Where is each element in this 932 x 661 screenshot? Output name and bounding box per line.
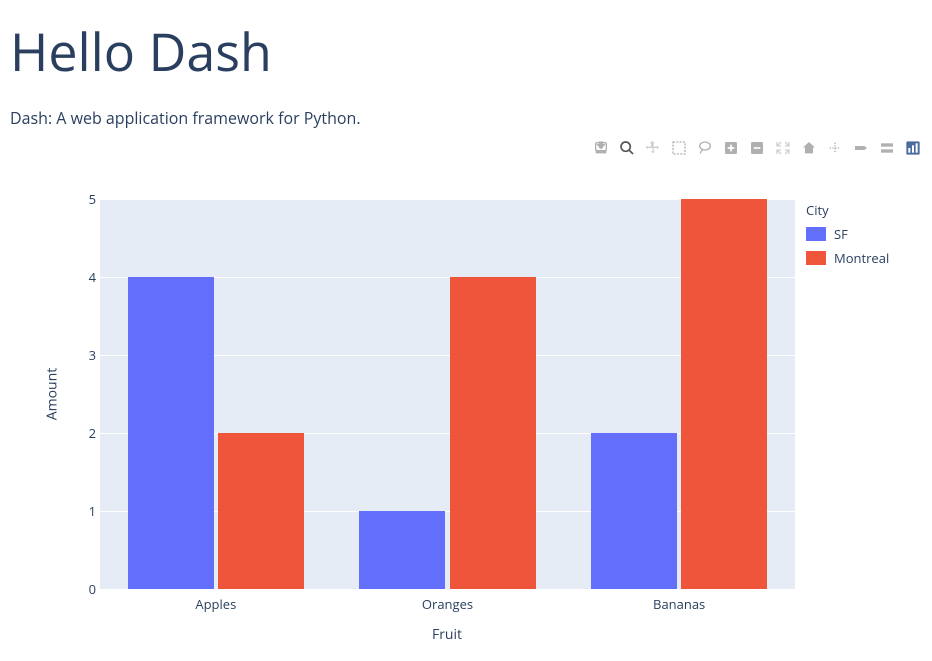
y-axis-label: Amount	[43, 368, 62, 420]
x-axis-label: Fruit	[432, 625, 462, 644]
page-subtitle: Dash: A web application framework for Py…	[10, 107, 922, 129]
x-tick-label: Bananas	[653, 595, 705, 613]
legend-swatch-sf	[806, 227, 826, 241]
y-tick-label: 4	[80, 268, 96, 286]
chart-container: Amount Fruit City SF Montreal 0 1 2 3 4 5 Appl…	[10, 139, 922, 659]
bar-sf-oranges[interactable]	[359, 511, 445, 589]
plot-area[interactable]: Amount Fruit City SF Montreal 0 1 2 3 4 5 Appl…	[10, 189, 922, 659]
x-tick-label: Oranges	[422, 595, 473, 613]
x-tick-label: Apples	[195, 595, 236, 613]
pan-icon[interactable]	[644, 139, 662, 157]
bar-montreal-bananas[interactable]	[681, 199, 767, 589]
legend-item-montreal[interactable]: Montreal	[806, 247, 889, 269]
y-gridline	[100, 589, 795, 590]
y-tick-label: 0	[80, 580, 96, 598]
bar-sf-bananas[interactable]	[591, 433, 677, 589]
spike-lines-icon[interactable]	[826, 139, 844, 157]
lasso-select-icon[interactable]	[696, 139, 714, 157]
y-tick-label: 5	[80, 190, 96, 208]
bar-montreal-apples[interactable]	[218, 433, 304, 589]
legend-title: City	[806, 201, 889, 219]
y-tick-label: 1	[80, 502, 96, 520]
autoscale-icon[interactable]	[774, 139, 792, 157]
hover-closest-icon[interactable]	[852, 139, 870, 157]
zoom-icon[interactable]	[618, 139, 636, 157]
legend-label-sf: SF	[834, 225, 848, 243]
legend: City SF Montreal	[806, 201, 889, 271]
legend-item-sf[interactable]: SF	[806, 223, 889, 245]
zoom-out-icon[interactable]	[748, 139, 766, 157]
box-select-icon[interactable]	[670, 139, 688, 157]
bar-montreal-oranges[interactable]	[450, 277, 536, 589]
plot-background	[100, 199, 795, 589]
legend-swatch-montreal	[806, 251, 826, 265]
y-tick-label: 3	[80, 346, 96, 364]
reset-axes-icon[interactable]	[800, 139, 818, 157]
y-tick-label: 2	[80, 424, 96, 442]
plotly-toolbar	[592, 139, 922, 157]
legend-label-montreal: Montreal	[834, 249, 889, 267]
page-title: Hello Dash	[10, 16, 922, 87]
zoom-in-icon[interactable]	[722, 139, 740, 157]
hover-compare-icon[interactable]	[878, 139, 896, 157]
plotly-logo-icon[interactable]	[904, 139, 922, 157]
download-icon[interactable]	[592, 139, 610, 157]
bar-sf-apples[interactable]	[128, 277, 214, 589]
